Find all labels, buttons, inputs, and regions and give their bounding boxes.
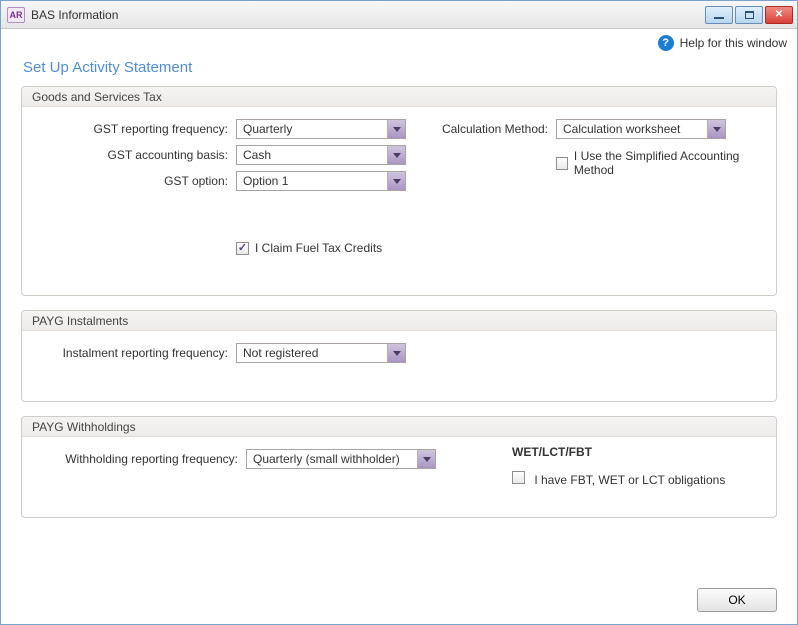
instalment-frequency-select[interactable]: Not registered — [236, 343, 406, 363]
chevron-down-icon — [387, 344, 405, 362]
close-button[interactable]: ✕ — [765, 6, 793, 24]
payg-withholdings-group: PAYG Withholdings Withholding reporting … — [21, 416, 777, 518]
help-icon[interactable]: ? — [658, 35, 674, 51]
payg-instalments-legend: PAYG Instalments — [22, 311, 776, 331]
instalment-frequency-label: Instalment reporting frequency: — [36, 346, 236, 360]
help-link[interactable]: Help for this window — [680, 36, 787, 50]
gst-columns: GST reporting frequency: Quarterly GST a… — [36, 105, 762, 255]
chevron-down-icon — [417, 450, 435, 468]
window-title: BAS Information — [31, 8, 118, 22]
footer: OK — [1, 582, 797, 624]
calc-method-label: Calculation Method: — [436, 122, 556, 136]
minimize-icon — [714, 17, 724, 19]
gst-group: Goods and Services Tax GST reporting fre… — [21, 86, 777, 296]
gst-left-column: GST reporting frequency: Quarterly GST a… — [36, 113, 406, 255]
wet-heading: WET/LCT/FBT — [512, 445, 762, 459]
fuel-tax-checkbox[interactable] — [236, 242, 249, 255]
wet-block: WET/LCT/FBT I have FBT, WET or LCT oblig… — [512, 445, 762, 487]
chevron-down-icon — [387, 120, 405, 138]
calc-method-value: Calculation worksheet — [563, 122, 680, 136]
withholding-frequency-label: Withholding reporting frequency: — [36, 452, 246, 466]
wet-label: I have FBT, WET or LCT obligations — [534, 473, 725, 487]
calc-method-select[interactable]: Calculation worksheet — [556, 119, 726, 139]
gst-frequency-select[interactable]: Quarterly — [236, 119, 406, 139]
gst-option-select[interactable]: Option 1 — [236, 171, 406, 191]
simplified-label: I Use the Simplified Accounting Method — [574, 149, 762, 177]
payg-instalments-group: PAYG Instalments Instalment reporting fr… — [21, 310, 777, 402]
window-buttons: ✕ — [705, 6, 793, 24]
gst-basis-select[interactable]: Cash — [236, 145, 406, 165]
chevron-down-icon — [707, 120, 725, 138]
wet-checkbox[interactable] — [512, 471, 525, 484]
withholding-frequency-select[interactable]: Quarterly (small withholder) — [246, 449, 436, 469]
help-bar: ? Help for this window — [1, 29, 797, 53]
instalment-frequency-value: Not registered — [243, 346, 318, 360]
close-icon: ✕ — [775, 10, 783, 20]
gst-option-value: Option 1 — [243, 174, 288, 188]
gst-basis-value: Cash — [243, 148, 271, 162]
app-icon: AR — [7, 7, 25, 23]
chevron-down-icon — [387, 172, 405, 190]
maximize-icon — [745, 11, 754, 19]
chevron-down-icon — [387, 146, 405, 164]
fuel-tax-row: I Claim Fuel Tax Credits — [236, 241, 406, 255]
titlebar: AR BAS Information ✕ — [1, 1, 797, 29]
fuel-tax-label: I Claim Fuel Tax Credits — [255, 241, 382, 255]
ok-button[interactable]: OK — [697, 588, 777, 612]
gst-frequency-label: GST reporting frequency: — [36, 122, 236, 136]
gst-option-label: GST option: — [36, 174, 236, 188]
gst-basis-label: GST accounting basis: — [36, 148, 236, 162]
gst-legend: Goods and Services Tax — [22, 87, 776, 107]
gst-right-column: Calculation Method: Calculation workshee… — [436, 113, 762, 255]
content-area: Goods and Services Tax GST reporting fre… — [1, 86, 797, 582]
maximize-button[interactable] — [735, 6, 763, 24]
payg-withholdings-legend: PAYG Withholdings — [22, 417, 776, 437]
bas-information-window: AR BAS Information ✕ ? Help for this win… — [0, 0, 798, 625]
minimize-button[interactable] — [705, 6, 733, 24]
page-title: Set Up Activity Statement — [1, 53, 797, 86]
simplified-checkbox[interactable] — [556, 157, 568, 170]
withholding-frequency-value: Quarterly (small withholder) — [253, 452, 400, 466]
gst-frequency-value: Quarterly — [243, 122, 292, 136]
